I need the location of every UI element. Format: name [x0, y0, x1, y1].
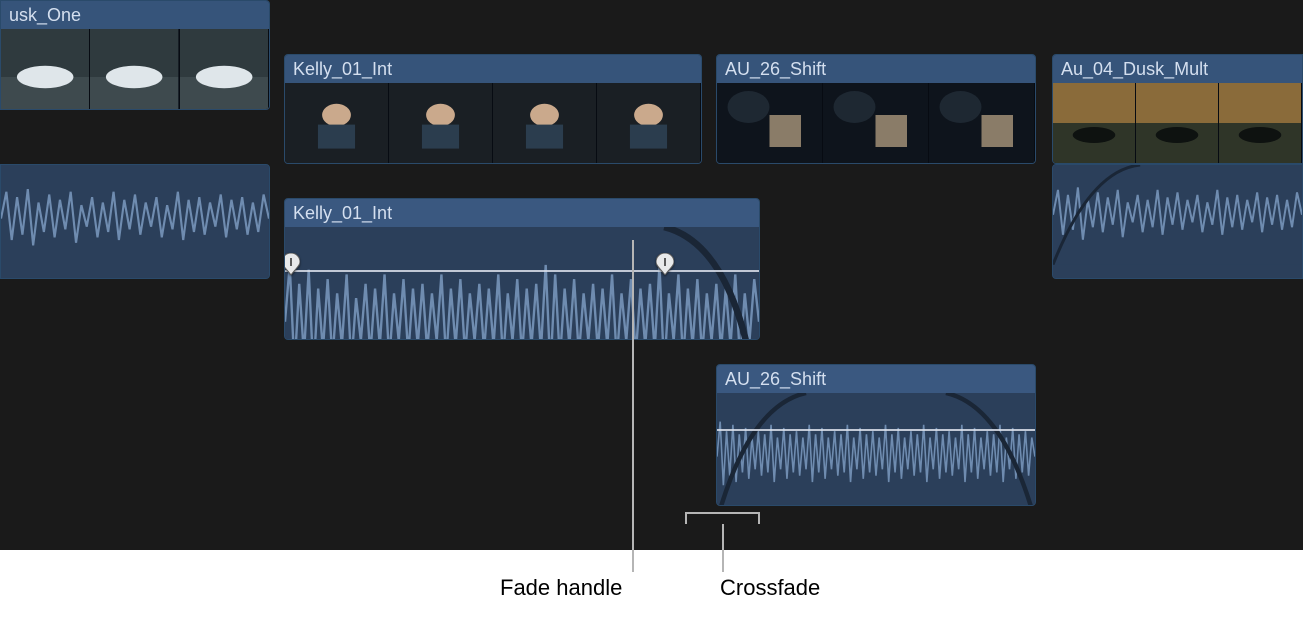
clip-label: Kelly_01_Int	[285, 55, 701, 83]
clip-label: AU_26_Shift	[717, 55, 1035, 83]
fade-in-handle[interactable]	[284, 253, 300, 275]
clip-label: usk_One	[1, 1, 269, 29]
volume-line[interactable]	[717, 429, 1035, 431]
clip-kelly[interactable]: Kelly_01_Int	[284, 54, 702, 164]
waveform	[285, 227, 759, 340]
filmstrip	[1053, 83, 1302, 163]
audio-label: AU_26_Shift	[717, 365, 1035, 393]
audio-au-shift[interactable]: AU_26_Shift	[716, 364, 1036, 506]
callout-line-fade	[632, 240, 634, 572]
filmstrip	[717, 83, 1035, 163]
clip-au-shift[interactable]: AU_26_Shift	[716, 54, 1036, 164]
filmstrip	[1, 29, 269, 109]
fade-out-handle[interactable]	[656, 253, 674, 275]
callout-fade-handle: Fade handle	[500, 575, 622, 601]
waveform	[1053, 165, 1302, 265]
clip-label: Au_04_Dusk_Mult	[1053, 55, 1302, 83]
waveform	[1, 165, 269, 272]
timeline[interactable]: usk_One Kelly_01_Int AU_26_Shift Au_04_D…	[0, 0, 1303, 630]
audio-label: Kelly_01_Int	[285, 199, 759, 227]
crossfade-bracket	[685, 512, 760, 524]
volume-line[interactable]	[285, 270, 759, 272]
clip-dusk-mult[interactable]: Au_04_Dusk_Mult	[1052, 54, 1303, 164]
callout-line-crossfade	[722, 524, 724, 572]
audio-dusk-mult[interactable]	[1052, 164, 1303, 279]
audio-kelly[interactable]: Kelly_01_Int	[284, 198, 760, 340]
audio-dusk-one[interactable]	[0, 164, 270, 279]
clip-dusk-one[interactable]: usk_One	[0, 0, 270, 110]
callout-crossfade: Crossfade	[720, 575, 820, 601]
filmstrip	[285, 83, 701, 163]
caption-area	[0, 550, 1303, 630]
waveform	[717, 393, 1035, 506]
